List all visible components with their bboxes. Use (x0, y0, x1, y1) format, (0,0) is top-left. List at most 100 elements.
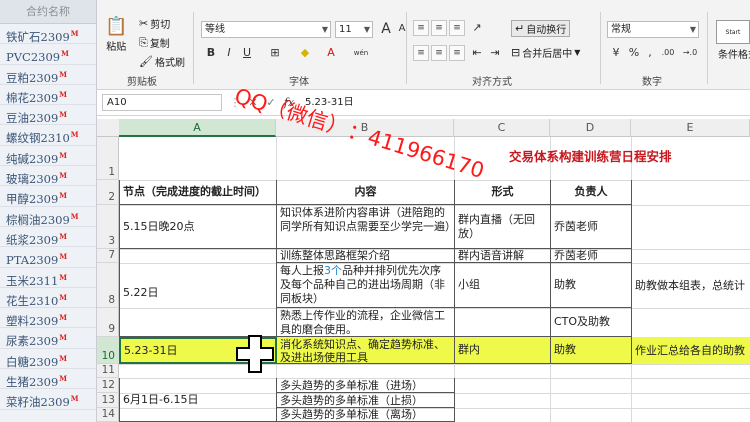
underline-button[interactable]: U (239, 45, 255, 61)
contract-item[interactable]: 螺纹钢2310M (0, 125, 96, 146)
align-bottom-icon[interactable]: ≡ (449, 20, 465, 36)
font-color-button[interactable]: A (323, 45, 339, 61)
decrease-decimal-button[interactable]: →.0 (680, 45, 700, 61)
cell-a3[interactable]: 5.15日晚20点 (119, 205, 277, 249)
italic-button[interactable]: I (221, 45, 237, 61)
contract-item[interactable]: PVC2309M (0, 44, 96, 65)
cell-d10[interactable]: 助教 (551, 337, 632, 364)
shrink-font-icon[interactable]: A (394, 21, 410, 37)
orientation-icon[interactable]: ↗ (469, 20, 485, 36)
copy-button[interactable]: ⎘ 复制 (139, 35, 170, 51)
contract-item[interactable]: 尿素2309M (0, 328, 96, 349)
cell-b7[interactable]: 训练整体思路框架介绍 (277, 249, 455, 263)
contract-item[interactable]: 棉花2309M (0, 85, 96, 106)
conditional-format-button[interactable]: 条件格式 (718, 46, 750, 61)
contract-item[interactable]: 豆油2309M (0, 105, 96, 126)
cell-e8[interactable]: 助教做本组表，总统计 (632, 263, 750, 308)
ribbon-tab-strip (97, 0, 750, 8)
comma-button[interactable]: , (642, 45, 658, 61)
border-icon[interactable]: ⊞ (267, 45, 283, 61)
cell-b8[interactable]: 每人上报3个品种并排列优先次序及每个品种自己的进出场周期（非同板块） (277, 263, 455, 308)
contract-name: 豆油2309 (6, 111, 59, 126)
increase-indent-icon[interactable]: ⇥ (487, 45, 503, 61)
name-box[interactable]: A10 (102, 94, 222, 111)
row-header-8[interactable]: 8 (97, 263, 119, 308)
contract-item[interactable]: 玻璃2309M (0, 166, 96, 187)
cell-e10[interactable]: 作业汇总给各自的助教 (632, 337, 750, 364)
cell-c3[interactable]: 群内直播（无回放） (455, 205, 551, 249)
cell-c10[interactable]: 群内 (455, 337, 551, 364)
contract-marker: M (59, 89, 68, 99)
contract-item[interactable]: 纯碱2309M (0, 146, 96, 167)
cell-d7[interactable]: 乔茵老师 (551, 249, 632, 263)
wrap-text-button[interactable]: ↵ 自动换行 (511, 20, 571, 37)
cell-b13[interactable]: 多头趋势的多单标准（止损） (277, 393, 455, 408)
contract-list: 铁矿石2309M PVC2309M 豆粕2309M 棉花2309M 豆油2309M 螺纹钢… (0, 24, 96, 410)
number-group-label: 数字 (642, 77, 662, 88)
cell-a8[interactable]: 5.22日 (119, 249, 277, 337)
align-center-icon[interactable]: ≡ (431, 45, 447, 61)
contract-item[interactable]: PTA2309M (0, 247, 96, 268)
contract-item[interactable]: 菜籽油2309M (0, 389, 96, 410)
column-header-d[interactable]: D (550, 119, 631, 137)
column-header-a[interactable]: A (119, 119, 276, 137)
contract-item[interactable]: 花生2310M (0, 288, 96, 309)
font-size-select[interactable]: 11 ▼ (335, 21, 373, 38)
cell-c7[interactable]: 群内语音讲解 (455, 249, 551, 263)
row-header-3[interactable]: 3 (97, 205, 119, 249)
contract-item[interactable]: 棕榈油2309M (0, 207, 96, 227)
contract-item[interactable]: 生猪2309M (0, 369, 96, 390)
row-header-12[interactable]: 12 (97, 378, 119, 393)
cell-b12[interactable]: 多头趋势的多单标准（进场） (277, 378, 455, 393)
column-header-e[interactable]: E (631, 119, 750, 137)
cell-c9[interactable] (455, 308, 551, 337)
row-header-9[interactable]: 9 (97, 308, 119, 337)
header-content: 内容 (277, 180, 455, 205)
start-badge: Start (716, 20, 750, 44)
increase-decimal-button[interactable]: .00 (658, 45, 678, 61)
percent-button[interactable]: % (626, 45, 642, 61)
contract-item[interactable]: 白糖2309M (0, 349, 96, 370)
contract-item[interactable]: 甲醇2309M (0, 186, 96, 207)
number-format-select[interactable]: 常规 ▼ (607, 21, 699, 38)
row-header-7[interactable]: 7 (97, 249, 119, 263)
cut-button[interactable]: ✂ 剪切 (139, 16, 170, 31)
cell-d9[interactable]: CTO及助教 (551, 308, 632, 337)
cell-d8[interactable]: 助教 (551, 263, 632, 308)
spreadsheet-grid[interactable]: 交易体系构建训练营日程安排 节点（完成进度的截止时间） 内容 形式 负责人 5.… (119, 137, 750, 422)
contract-item[interactable]: 铁矿石2309M (0, 24, 96, 45)
row-header-11[interactable]: 11 (97, 364, 119, 378)
phonetic-button[interactable]: wén (353, 45, 369, 61)
row-header-13[interactable]: 13 (97, 393, 119, 408)
align-left-icon[interactable]: ≡ (413, 45, 429, 61)
align-middle-icon[interactable]: ≡ (431, 20, 447, 36)
paste-button[interactable]: 📋 粘贴 (105, 16, 127, 53)
column-header-c[interactable]: C (454, 119, 550, 137)
grow-font-icon[interactable]: A (378, 21, 394, 37)
contract-item[interactable]: 纸浆2309M (0, 227, 96, 248)
row-header-1[interactable]: 1 (97, 137, 119, 180)
row-header-10[interactable]: 10 (97, 337, 119, 364)
merge-center-button[interactable]: ⊟ 合并后居中 ▼ (511, 45, 580, 60)
font-name-select[interactable]: 等线 ▼ (201, 21, 331, 38)
cell-a13[interactable]: 6月1日-6.15日 (119, 378, 277, 422)
decrease-indent-icon[interactable]: ⇤ (469, 45, 485, 61)
contract-item[interactable]: 玉米2311M (0, 268, 96, 288)
cell-b3[interactable]: 知识体系进阶内容串讲（进陪跑的同学所有知识点需要至少学完一遍） (277, 205, 455, 249)
currency-icon[interactable]: ¥ (608, 45, 624, 61)
cell-b9[interactable]: 熟悉上传作业的流程，企业微信工具的磨合使用。 (277, 308, 455, 337)
contract-item[interactable]: 塑料2309M (0, 308, 96, 329)
fill-color-icon[interactable]: ◆ (297, 45, 313, 61)
cell-b14[interactable]: 多头趋势的多单标准（离场） (277, 408, 455, 422)
wrap-text-label: 自动换行 (526, 25, 567, 36)
row-header-2[interactable]: 2 (97, 180, 119, 205)
cell-d3[interactable]: 乔茵老师 (551, 205, 632, 249)
cell-b10[interactable]: 消化系统知识点、确定趋势标准、及进出场使用工具 (277, 337, 455, 364)
bold-button[interactable]: B (203, 45, 219, 61)
row-header-14[interactable]: 14 (97, 408, 119, 422)
align-top-icon[interactable]: ≡ (413, 20, 429, 36)
contract-item[interactable]: 豆粕2309M (0, 65, 96, 85)
format-painter-button[interactable]: 🖌 格式刷 (139, 54, 185, 69)
cell-c8[interactable]: 小组 (455, 263, 551, 308)
align-right-icon[interactable]: ≡ (449, 45, 465, 61)
